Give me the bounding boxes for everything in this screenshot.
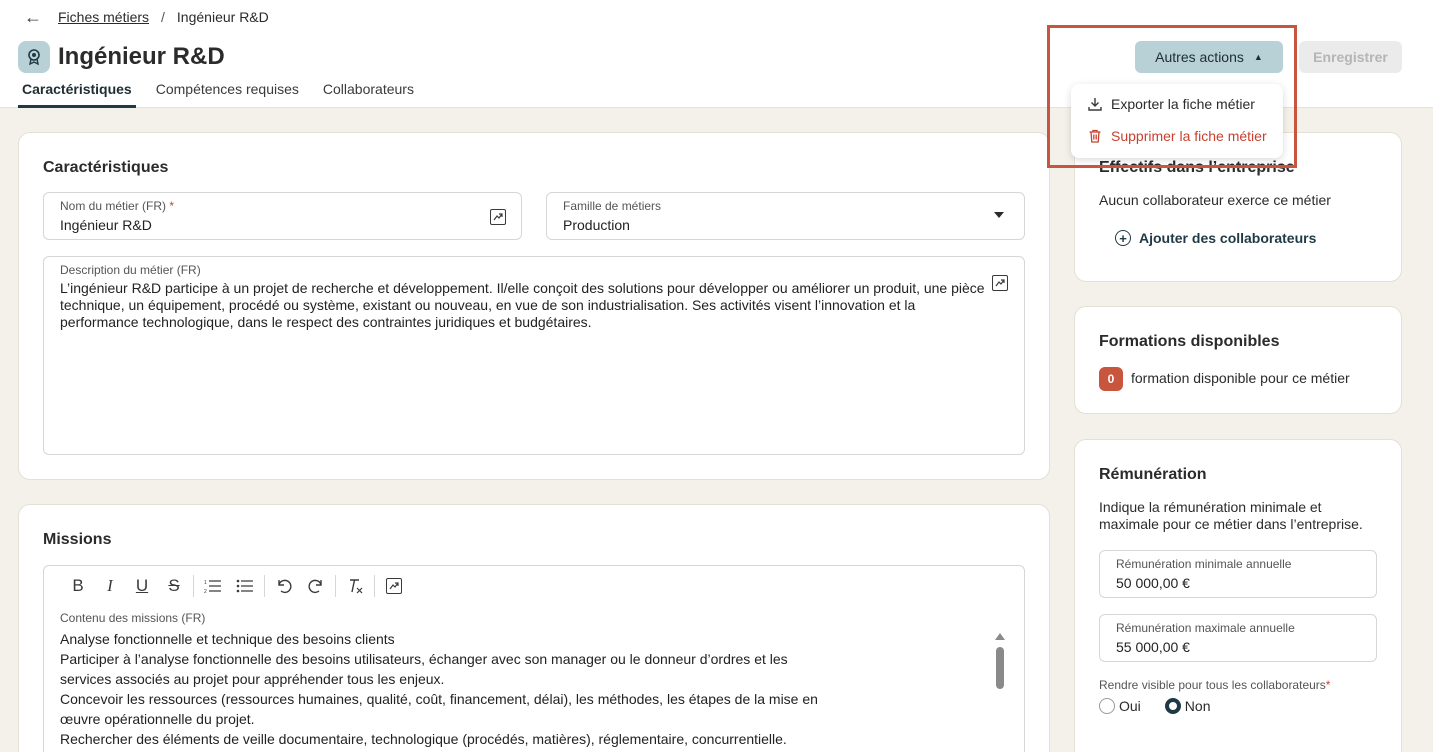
job-name-label: Nom du métier (FR) * (60, 199, 175, 213)
add-collaborators-button[interactable]: + Ajouter des collaborateurs (1115, 230, 1316, 246)
tab-collaborateurs[interactable]: Collaborateurs (319, 80, 418, 108)
clear-format-icon[interactable] (339, 570, 371, 602)
editor-toolbar: B I U S 12 (43, 565, 1025, 606)
menu-item-export-label: Exporter la fiche métier (1111, 96, 1255, 112)
missions-title: Missions (43, 531, 112, 548)
breadcrumb-separator: / (161, 9, 165, 25)
tabs: Caractéristiques Compétences requises Co… (18, 80, 434, 108)
page-title: Ingénieur R&D (58, 43, 225, 70)
badge-icon (18, 41, 50, 73)
headcount-title: Effectifs dans l’entreprise (1099, 159, 1295, 176)
job-description-field[interactable]: Description du métier (FR) L’ingénieur R… (43, 256, 1025, 455)
bullet-list-icon[interactable] (229, 570, 261, 602)
salary-max-label: Rémunération maximale annuelle (1116, 621, 1295, 635)
chevron-down-icon[interactable] (994, 212, 1004, 218)
missions-content-text: Analyse fonctionnelle et technique des b… (60, 631, 818, 747)
scrollbar-thumb[interactable] (996, 647, 1004, 689)
characteristics-title: Caractéristiques (43, 159, 169, 176)
radio-oui[interactable] (1099, 698, 1115, 714)
ai-translate-icon[interactable] (992, 275, 1008, 291)
salary-intro: Indique la rémunération minimale et maxi… (1099, 499, 1363, 532)
menu-item-export[interactable]: Exporter la fiche métier (1071, 88, 1283, 120)
plus-circle-icon: + (1115, 230, 1131, 246)
tab-competences[interactable]: Compétences requises (152, 80, 303, 108)
missions-editor[interactable]: Contenu des missions (FR) Analyse foncti… (43, 605, 1025, 752)
job-family-label: Famille de métiers (563, 199, 662, 213)
scroll-up-icon[interactable] (995, 633, 1005, 640)
breadcrumb-parent-link[interactable]: Fiches métiers (58, 9, 149, 25)
salary-min-label: Rémunération minimale annuelle (1116, 557, 1292, 571)
salary-max-field[interactable]: Rémunération maximale annuelle 55 000,00… (1099, 614, 1377, 662)
menu-item-delete-label: Supprimer la fiche métier (1111, 128, 1267, 144)
add-collaborators-label: Ajouter des collaborateurs (1139, 230, 1317, 246)
bold-button[interactable]: B (62, 570, 94, 602)
trainings-card: Formations disponibles 0 formation dispo… (1074, 306, 1402, 414)
radio-non[interactable] (1164, 698, 1181, 714)
svg-text:1: 1 (204, 580, 207, 586)
job-description-label: Description du métier (FR) (60, 263, 201, 277)
radio-non-label: Non (1184, 698, 1211, 714)
salary-max-value: 55 000,00 € (1116, 639, 1190, 655)
radio-oui-label: Oui (1119, 698, 1141, 714)
menu-item-delete[interactable]: Supprimer la fiche métier (1071, 120, 1283, 152)
job-name-value: Ingénieur R&D (60, 217, 152, 233)
svg-text:2: 2 (204, 589, 207, 594)
breadcrumb: ← Fiches métiers / Ingénieur R&D (24, 8, 269, 26)
toolbar-divider (193, 574, 194, 597)
redo-icon[interactable] (300, 570, 332, 602)
caret-up-icon: ▲ (1253, 52, 1263, 62)
salary-min-value: 50 000,00 € (1116, 575, 1190, 591)
breadcrumb-current: Ingénieur R&D (176, 9, 269, 25)
toolbar-divider (335, 574, 336, 597)
characteristics-card: Caractéristiques Nom du métier (FR) * In… (18, 132, 1050, 480)
job-family-value: Production (563, 217, 630, 233)
download-icon (1087, 96, 1103, 112)
more-actions-button[interactable]: Autres actions ▲ (1135, 41, 1283, 73)
italic-button[interactable]: I (94, 570, 126, 602)
job-family-select[interactable]: Famille de métiers Production (546, 192, 1025, 240)
undo-icon[interactable] (268, 570, 300, 602)
visibility-radio-group: Oui Non (1099, 698, 1234, 714)
ai-translate-icon[interactable] (378, 570, 410, 602)
more-actions-label: Autres actions (1155, 49, 1244, 65)
visibility-label: Rendre visible pour tous les collaborate… (1099, 678, 1331, 692)
headcount-text: Aucun collaborateur exerce ce métier (1099, 192, 1331, 208)
salary-title: Rémunération (1099, 466, 1207, 483)
trainings-text: formation disponible pour ce métier (1131, 370, 1350, 386)
trash-icon (1087, 128, 1103, 144)
trainings-title: Formations disponibles (1099, 333, 1280, 350)
title-row: Ingénieur R&D (18, 41, 225, 73)
toolbar-divider (374, 574, 375, 597)
toolbar-divider (264, 574, 265, 597)
underline-button[interactable]: U (126, 570, 158, 602)
salary-card: Rémunération Indique la rémunération min… (1074, 439, 1402, 752)
back-arrow-icon[interactable]: ← (24, 8, 42, 26)
ordered-list-icon[interactable]: 12 (197, 570, 229, 602)
more-actions-menu: Exporter la fiche métier Supprimer la fi… (1071, 84, 1283, 158)
job-description-text: L’ingénieur R&D participe à un projet de… (60, 280, 985, 330)
ai-translate-icon[interactable] (490, 209, 506, 225)
missions-content-label: Contenu des missions (FR) (60, 611, 206, 625)
save-button[interactable]: Enregistrer (1299, 41, 1402, 73)
job-name-field[interactable]: Nom du métier (FR) * Ingénieur R&D (43, 192, 522, 240)
training-count-badge: 0 (1099, 367, 1123, 391)
tab-caracteristiques[interactable]: Caractéristiques (18, 80, 136, 108)
salary-min-field[interactable]: Rémunération minimale annuelle 50 000,00… (1099, 550, 1377, 598)
strikethrough-button[interactable]: S (158, 570, 190, 602)
